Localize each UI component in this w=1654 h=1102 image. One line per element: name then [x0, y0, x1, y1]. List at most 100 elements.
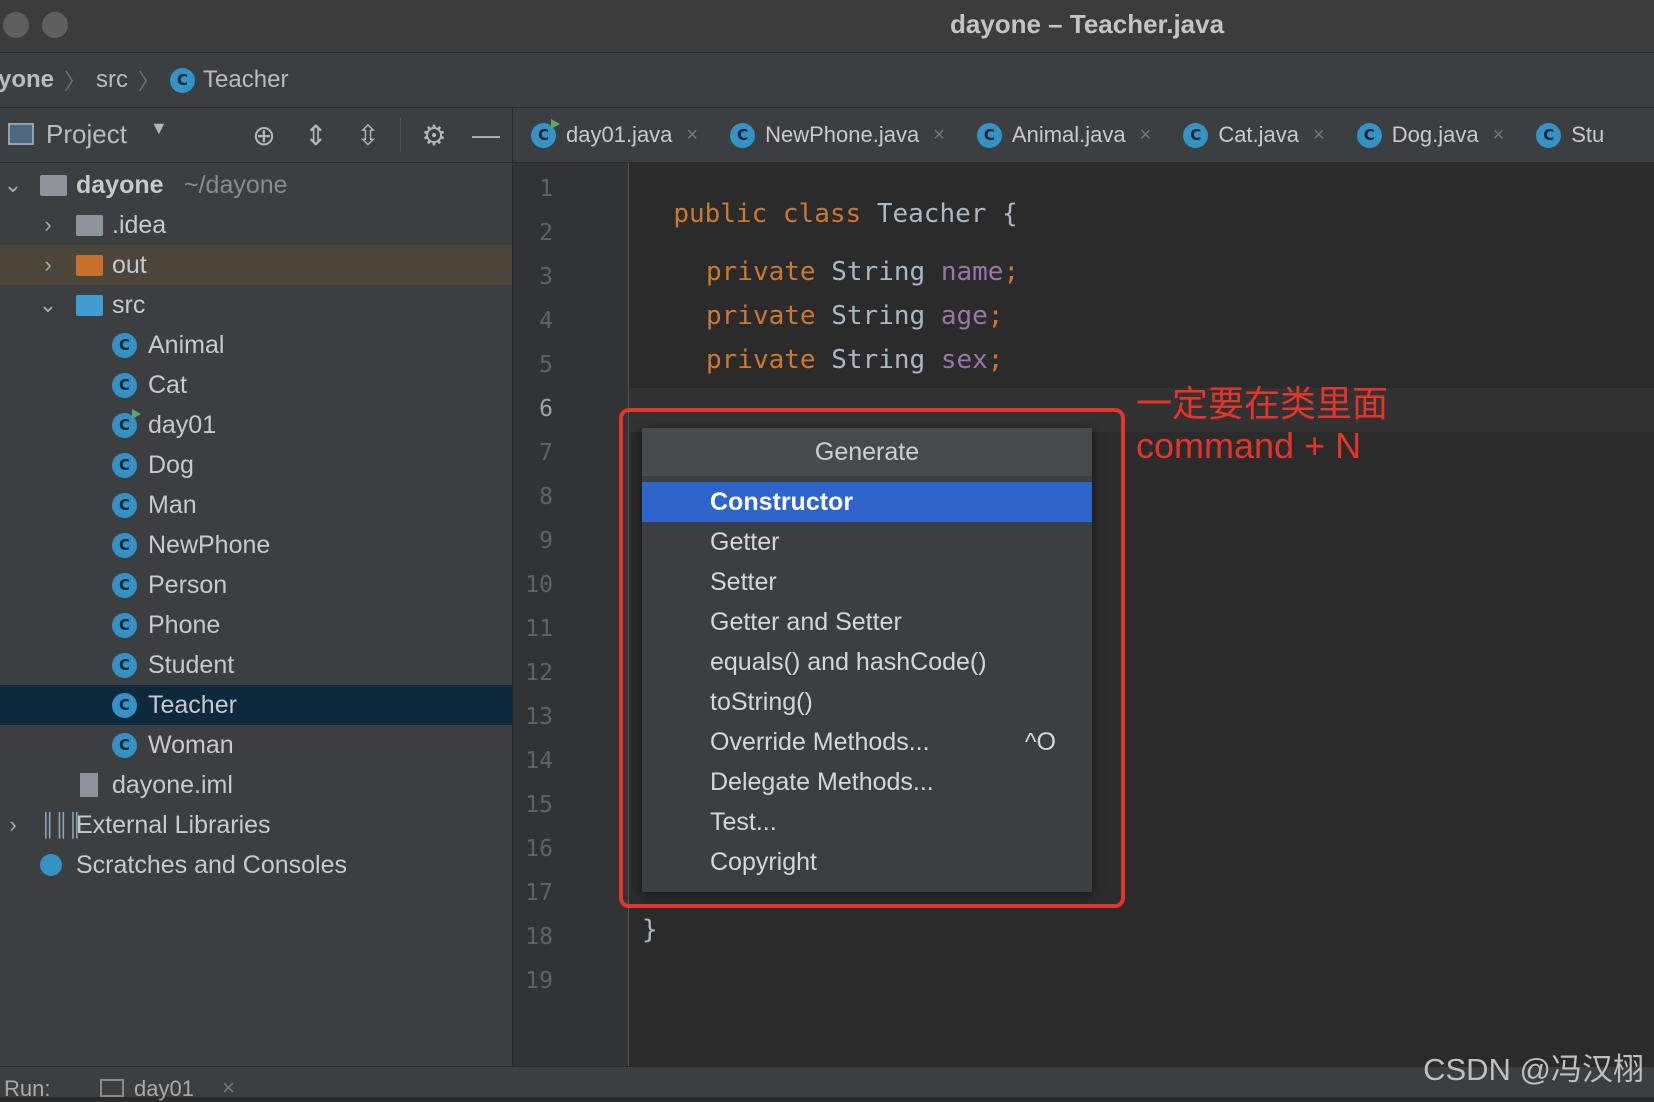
code-keyword: class	[782, 199, 862, 229]
chevron-right-icon[interactable]: ›	[2, 812, 24, 838]
generate-menu-item[interactable]: Setter	[642, 562, 1092, 602]
generate-menu-item[interactable]: Test...	[642, 802, 1092, 842]
chevron-right-icon: 〉	[64, 69, 87, 94]
tree-item-out[interactable]: › out	[0, 245, 512, 285]
chevron-right-icon[interactable]: ›	[37, 212, 59, 238]
annotation-line-2: command + N	[1136, 425, 1362, 466]
menu-item-shortcut: ^O	[1024, 727, 1056, 756]
tree-item-class[interactable]: C Teacher	[0, 685, 512, 725]
close-icon[interactable]: ×	[1140, 124, 1152, 147]
line-number: 8	[539, 484, 553, 510]
tab-label: day01.java	[566, 122, 673, 147]
locate-icon[interactable]: ⊕	[244, 108, 284, 162]
line-number: 4	[539, 308, 553, 334]
breadcrumb-project[interactable]: yone	[0, 66, 54, 94]
close-icon[interactable]: ×	[933, 124, 945, 147]
hide-panel-icon[interactable]: —	[466, 108, 506, 162]
code-line-field: private String sex;	[706, 345, 1003, 375]
class-icon: C	[170, 67, 196, 93]
tree-item-class[interactable]: C Phone	[0, 605, 512, 645]
tree-item-dayone[interactable]: ⌄ dayone ~/dayone	[0, 165, 512, 205]
tree-item-class[interactable]: Cday01	[0, 405, 512, 445]
source-folder-icon	[76, 294, 103, 316]
generate-menu-item[interactable]: Getter and Setter	[642, 602, 1092, 642]
code-keyword: private	[706, 257, 816, 287]
tree-item-class[interactable]: C Woman	[0, 725, 512, 765]
tree-item-class[interactable]: C Dog	[0, 445, 512, 485]
tree-item-label: Teacher	[148, 690, 237, 719]
chevron-right-icon[interactable]: ›	[37, 252, 59, 278]
code-semicolon: ;	[1003, 257, 1020, 287]
tree-item-src[interactable]: ⌄ src	[0, 285, 512, 325]
breadcrumb-teacher[interactable]: Teacher	[203, 66, 288, 94]
code-field-name: age	[940, 301, 988, 331]
chevron-down-icon[interactable]: ⌄	[37, 292, 59, 318]
window-title: dayone – Teacher.java	[949, 9, 1225, 39]
project-view-selector[interactable]: Project	[46, 119, 127, 150]
class-icon: C	[1183, 122, 1209, 148]
code-semicolon: ;	[987, 301, 1004, 331]
tree-item-label: day01	[148, 410, 217, 439]
editor-tab[interactable]: C Cat.java ×	[1165, 108, 1338, 162]
editor-tab[interactable]: C Stu	[1518, 108, 1618, 162]
editor-tab[interactable]: Cday01.java ×	[513, 108, 712, 162]
tree-root-path: ~/dayone	[184, 170, 288, 199]
breadcrumb-src[interactable]: src	[96, 66, 128, 94]
close-icon[interactable]: ×	[222, 1075, 235, 1101]
watermark: CSDN @冯汉栩	[1423, 1052, 1644, 1087]
tab-label: Cat.java	[1218, 122, 1300, 147]
close-icon[interactable]: ×	[686, 124, 698, 147]
generate-menu-item[interactable]: Delegate Methods...	[642, 762, 1092, 802]
tree-item-label: out	[112, 250, 147, 279]
tree-item-dayone-iml[interactable]: dayone.iml	[0, 765, 512, 805]
close-icon[interactable]: ×	[1313, 124, 1325, 147]
tree-item-class[interactable]: C Person	[0, 565, 512, 605]
tree-item-idea[interactable]: › .idea	[0, 205, 512, 245]
expand-all-icon[interactable]: ⇕	[296, 108, 336, 162]
tree-item-class[interactable]: C Cat	[0, 365, 512, 405]
tree-item-label: Woman	[148, 730, 234, 759]
generate-menu-item[interactable]: equals() and hashCode()	[642, 642, 1092, 682]
gear-icon[interactable]: ⚙	[414, 108, 454, 162]
editor-tab[interactable]: C Dog.java ×	[1339, 108, 1519, 162]
generate-menu-item[interactable]: Copyright	[642, 842, 1092, 882]
tree-item-class[interactable]: C Student	[0, 645, 512, 685]
tree-item-external-libraries[interactable]: › ║║║ External Libraries	[0, 805, 512, 845]
tree-item-class[interactable]: C Man	[0, 485, 512, 525]
tree-item-label: Animal	[148, 330, 225, 359]
chevron-down-icon[interactable]: ▼	[150, 118, 168, 139]
module-folder-icon	[40, 174, 67, 196]
line-number: 3	[539, 264, 553, 290]
generate-menu-item[interactable]: Constructor	[642, 482, 1092, 522]
class-icon: C	[112, 692, 137, 718]
generate-menu-item[interactable]: toString()	[642, 682, 1092, 722]
editor-tab[interactable]: C Animal.java ×	[959, 108, 1165, 162]
collapse-all-icon[interactable]: ⇳	[348, 108, 388, 162]
line-number: 7	[539, 440, 553, 466]
scratches-icon	[40, 854, 62, 876]
run-config-tab[interactable]: day01	[134, 1076, 194, 1102]
tree-item-class[interactable]: C Animal	[0, 325, 512, 365]
tree-item-label: NewPhone	[148, 530, 271, 559]
chevron-down-icon[interactable]: ⌄	[2, 172, 24, 198]
tree-item-scratches[interactable]: Scratches and Consoles	[0, 845, 512, 885]
code-line-class-declaration: public class Teacher {	[642, 169, 1017, 229]
code-field-name: sex	[940, 345, 988, 375]
line-number: 2	[539, 220, 553, 246]
menu-item-label: Delegate Methods...	[710, 767, 934, 796]
class-icon: C	[112, 572, 137, 598]
editor-tab[interactable]: C NewPhone.java ×	[712, 108, 959, 162]
generate-menu-item[interactable]: Override Methods... ^O	[642, 722, 1092, 762]
tree-item-class[interactable]: C NewPhone	[0, 525, 512, 565]
close-icon[interactable]: ×	[1493, 124, 1505, 147]
line-number: 17	[525, 880, 553, 906]
generate-menu-item[interactable]: Getter	[642, 522, 1092, 562]
window-titlebar: dayone – Teacher.java	[0, 0, 1654, 53]
code-type: String	[831, 257, 926, 287]
class-icon: C	[112, 452, 137, 478]
class-icon: C	[531, 118, 560, 148]
excluded-folder-icon	[76, 254, 103, 276]
line-number: 6	[539, 396, 553, 422]
code-line-field: private String age;	[706, 301, 1003, 331]
line-number: 11	[525, 616, 553, 642]
